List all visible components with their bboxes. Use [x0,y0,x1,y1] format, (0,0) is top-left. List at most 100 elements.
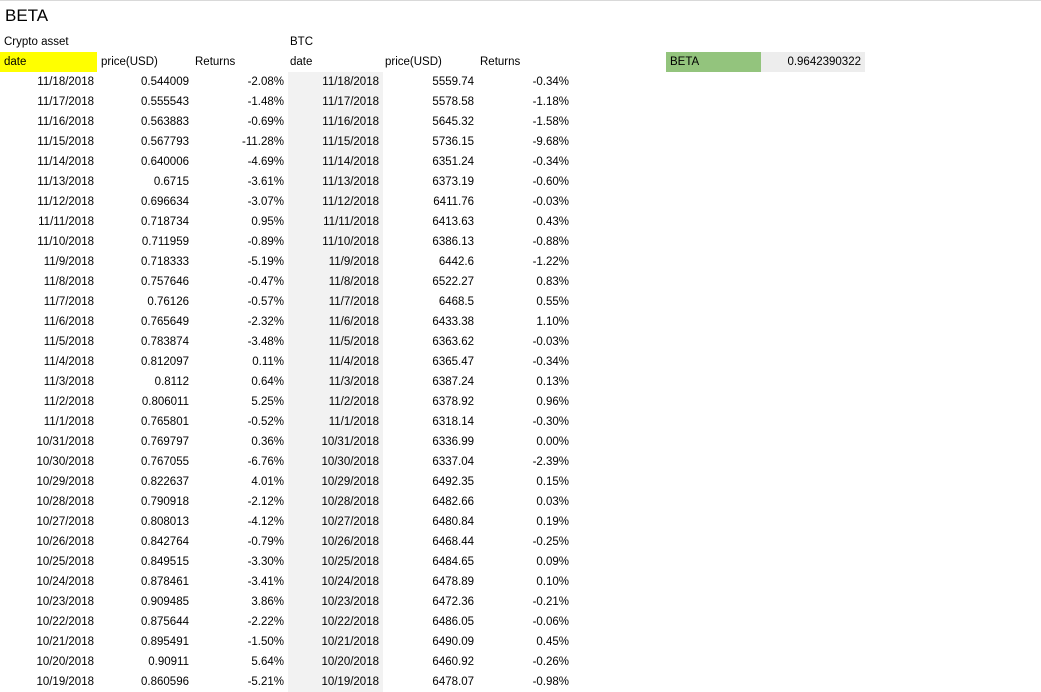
btc-price-cell[interactable]: 6413.63 [383,212,478,232]
asset-price-cell[interactable]: 0.718333 [98,252,193,272]
asset-price-cell[interactable]: 0.640006 [98,152,193,172]
btc-price-cell[interactable]: 6468.5 [383,292,478,312]
btc-date-cell[interactable]: 10/22/2018 [288,612,383,632]
btc-returns-cell[interactable]: 0.09% [478,552,573,572]
asset-returns-cell[interactable]: 0.64% [193,372,288,392]
asset-price-cell[interactable]: 0.696634 [98,192,193,212]
btc-returns-cell[interactable]: 1.10% [478,312,573,332]
btc-returns-cell[interactable]: -1.18% [478,92,573,112]
asset-returns-cell[interactable]: -2.12% [193,492,288,512]
asset-returns-cell[interactable]: -5.21% [193,672,288,692]
asset-price-cell[interactable]: 0.909485 [98,592,193,612]
asset-returns-cell[interactable]: -0.57% [193,292,288,312]
asset-price-cell[interactable]: 0.849515 [98,552,193,572]
btc-label-cell[interactable]: BTC [286,32,386,52]
asset-date-cell[interactable]: 11/17/2018 [0,92,98,112]
btc-price-cell[interactable]: 6351.24 [383,152,478,172]
asset-returns-cell[interactable]: 3.86% [193,592,288,612]
btc-returns-cell[interactable]: 0.10% [478,572,573,592]
asset-date-cell[interactable]: 11/10/2018 [0,232,98,252]
asset-returns-cell[interactable]: -6.76% [193,452,288,472]
asset-date-cell[interactable]: 10/28/2018 [0,492,98,512]
btc-price-cell[interactable]: 6387.24 [383,372,478,392]
asset-returns-cell[interactable]: -2.32% [193,312,288,332]
asset-date-cell[interactable]: 11/18/2018 [0,72,98,92]
asset-returns-cell[interactable]: 4.01% [193,472,288,492]
asset-price-cell[interactable]: 0.544009 [98,72,193,92]
btc-date-cell[interactable]: 11/8/2018 [288,272,383,292]
btc-returns-cell[interactable]: -0.21% [478,592,573,612]
asset-returns-cell[interactable]: -3.30% [193,552,288,572]
asset-returns-cell[interactable]: -3.48% [193,332,288,352]
btc-date-cell[interactable]: 11/12/2018 [288,192,383,212]
asset-price-cell[interactable]: 0.563883 [98,112,193,132]
asset-price-cell[interactable]: 0.718734 [98,212,193,232]
btc-price-cell[interactable]: 6365.47 [383,352,478,372]
btc-date-cell[interactable]: 10/27/2018 [288,512,383,532]
btc-date-cell[interactable]: 10/19/2018 [288,672,383,692]
asset-date-cell[interactable]: 10/31/2018 [0,432,98,452]
btc-date-cell[interactable]: 11/9/2018 [288,252,383,272]
btc-returns-cell[interactable]: -0.26% [478,652,573,672]
btc-price-cell[interactable]: 6433.38 [383,312,478,332]
btc-price-cell[interactable]: 6478.89 [383,572,478,592]
asset-date-cell[interactable]: 10/27/2018 [0,512,98,532]
btc-date-cell[interactable]: 11/15/2018 [288,132,383,152]
asset-price-cell[interactable]: 0.765801 [98,412,193,432]
btc-returns-cell[interactable]: -0.60% [478,172,573,192]
beta-label-cell[interactable]: BETA [666,52,761,72]
btc-price-cell[interactable]: 6484.65 [383,552,478,572]
btc-date-cell[interactable]: 10/31/2018 [288,432,383,452]
btc-returns-cell[interactable]: -0.98% [478,672,573,692]
asset-date-cell[interactable]: 10/23/2018 [0,592,98,612]
btc-returns-cell[interactable]: 0.13% [478,372,573,392]
btc-date-cell[interactable]: 10/30/2018 [288,452,383,472]
header-date-asset[interactable]: date [0,52,97,72]
asset-returns-cell[interactable]: 0.95% [193,212,288,232]
asset-price-cell[interactable]: 0.757646 [98,272,193,292]
btc-returns-cell[interactable]: -0.34% [478,72,573,92]
asset-date-cell[interactable]: 10/25/2018 [0,552,98,572]
btc-price-cell[interactable]: 6482.66 [383,492,478,512]
btc-returns-cell[interactable]: -0.88% [478,232,573,252]
btc-date-cell[interactable]: 11/16/2018 [288,112,383,132]
asset-returns-cell[interactable]: 5.25% [193,392,288,412]
btc-date-cell[interactable]: 10/26/2018 [288,532,383,552]
asset-price-cell[interactable]: 0.812097 [98,352,193,372]
btc-returns-cell[interactable]: 0.00% [478,432,573,452]
asset-date-cell[interactable]: 11/12/2018 [0,192,98,212]
btc-returns-cell[interactable]: -0.34% [478,152,573,172]
asset-price-cell[interactable]: 0.567793 [98,132,193,152]
btc-price-cell[interactable]: 6411.76 [383,192,478,212]
asset-date-cell[interactable]: 10/26/2018 [0,532,98,552]
btc-returns-cell[interactable]: -1.58% [478,112,573,132]
asset-returns-cell[interactable]: -5.19% [193,252,288,272]
asset-returns-cell[interactable]: -0.47% [193,272,288,292]
btc-price-cell[interactable]: 6480.84 [383,512,478,532]
asset-price-cell[interactable]: 0.895491 [98,632,193,652]
btc-returns-cell[interactable]: 0.55% [478,292,573,312]
header-date-btc[interactable]: date [286,52,382,72]
btc-returns-cell[interactable]: -0.25% [478,532,573,552]
btc-returns-cell[interactable]: 0.83% [478,272,573,292]
btc-date-cell[interactable]: 10/25/2018 [288,552,383,572]
btc-date-cell[interactable]: 11/13/2018 [288,172,383,192]
asset-returns-cell[interactable]: -1.50% [193,632,288,652]
btc-date-cell[interactable]: 10/29/2018 [288,472,383,492]
btc-returns-cell[interactable]: -0.06% [478,612,573,632]
btc-date-cell[interactable]: 11/5/2018 [288,332,383,352]
asset-returns-cell[interactable]: -11.28% [193,132,288,152]
btc-date-cell[interactable]: 11/18/2018 [288,72,383,92]
btc-price-cell[interactable]: 6468.44 [383,532,478,552]
asset-returns-cell[interactable]: -3.07% [193,192,288,212]
asset-returns-cell[interactable]: 5.64% [193,652,288,672]
header-price-asset[interactable]: price(USD) [97,52,193,72]
btc-price-cell[interactable]: 6337.04 [383,452,478,472]
asset-date-cell[interactable]: 11/14/2018 [0,152,98,172]
asset-price-cell[interactable]: 0.806011 [98,392,193,412]
asset-price-cell[interactable]: 0.6715 [98,172,193,192]
asset-date-cell[interactable]: 11/1/2018 [0,412,98,432]
btc-price-cell[interactable]: 6378.92 [383,392,478,412]
asset-returns-cell[interactable]: -4.69% [193,152,288,172]
asset-price-cell[interactable]: 0.860596 [98,672,193,692]
